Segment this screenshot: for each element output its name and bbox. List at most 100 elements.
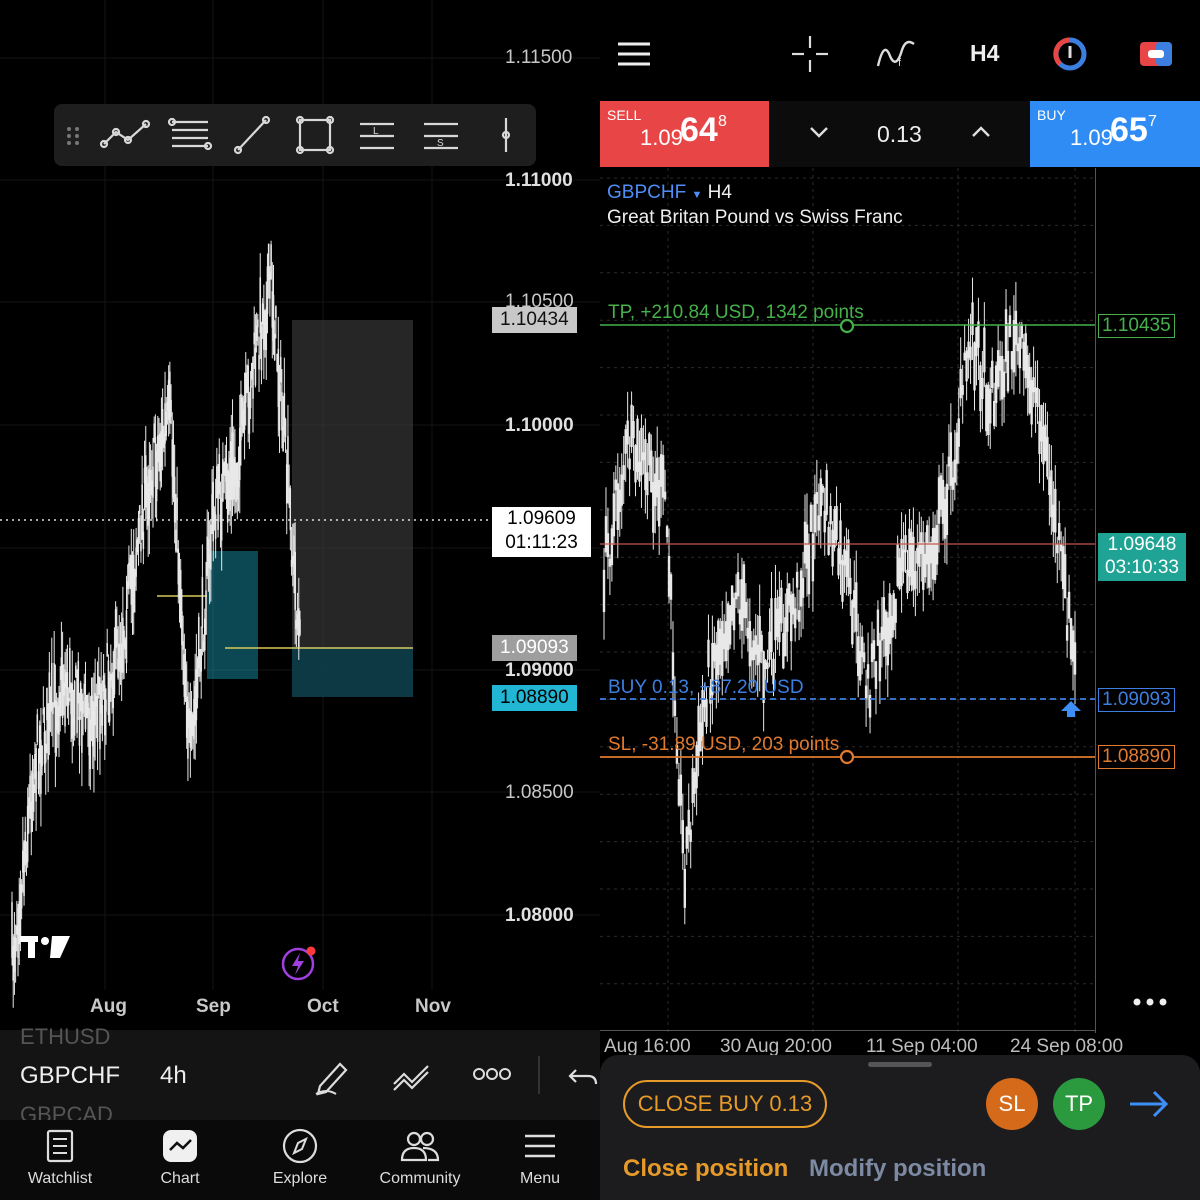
candle <box>1058 500 1061 571</box>
more-icon[interactable] <box>472 1064 512 1084</box>
sell-label: SELL <box>607 107 642 123</box>
buy-arrow-icon <box>1061 701 1081 717</box>
hamburger-menu-icon[interactable] <box>618 40 652 68</box>
tab-close-position[interactable]: Close position <box>623 1155 788 1183</box>
sheet-handle[interactable] <box>868 1062 932 1067</box>
one-click-trading-icon[interactable] <box>1052 36 1088 72</box>
arrow-right-icon[interactable] <box>1128 1089 1170 1119</box>
current-price: 1.09609 <box>507 508 576 529</box>
crosshair-icon[interactable] <box>792 36 828 72</box>
candle <box>50 637 53 737</box>
short-position-icon[interactable]: S <box>424 122 458 150</box>
trend-tools-icon[interactable] <box>99 119 151 149</box>
buy-button[interactable]: BUY 1.09 65 7 <box>1030 101 1200 167</box>
nav-watchlist[interactable]: Watchlist <box>5 1128 115 1188</box>
candle <box>169 361 171 434</box>
nav-chart[interactable]: Chart <box>125 1128 235 1188</box>
sl-button[interactable]: SL <box>986 1078 1038 1130</box>
buy-price-sup: 7 <box>1148 113 1157 130</box>
long-position-icon[interactable]: L <box>360 122 394 150</box>
candle <box>52 702 54 748</box>
candle <box>24 816 27 873</box>
position-sheet: CLOSE BUY 0.13 SL TP Close position Modi… <box>600 1055 1200 1200</box>
symbol-name[interactable]: GBPCHF <box>20 1062 120 1090</box>
candle <box>1046 411 1049 480</box>
undo-icon[interactable] <box>566 1062 600 1090</box>
current-price: 1.09648 <box>1107 534 1177 555</box>
sell-price-main: 1.09 <box>640 125 683 150</box>
timeframe-button[interactable]: H4 <box>970 40 999 67</box>
volume-input[interactable]: 0.13 <box>877 121 922 148</box>
nav-community[interactable]: Community <box>365 1128 475 1188</box>
x-label: Sep <box>196 996 231 1017</box>
candle <box>118 615 121 696</box>
candle <box>835 486 838 546</box>
candle <box>137 510 140 566</box>
symbol-dropdown-icon[interactable]: ▼ <box>691 189 702 201</box>
volume-control: 0.13 <box>769 101 1030 167</box>
y-label: 1.11500 <box>505 47 573 68</box>
sell-price-sup: 8 <box>718 113 727 130</box>
sl-line-label[interactable]: SL, -31.89 USD, 203 points <box>608 734 839 756</box>
y-label: 1.08000 <box>505 905 574 926</box>
sell-price-big: 64 <box>680 111 718 149</box>
sl-price-tag: 1.08890 <box>492 685 577 711</box>
candle <box>644 418 647 514</box>
candle <box>868 689 872 734</box>
order-block-zone[interactable] <box>207 551 258 679</box>
trade-panel-icon[interactable] <box>1138 38 1174 70</box>
candle <box>73 679 76 741</box>
shape-icon[interactable] <box>295 115 335 155</box>
pencil-icon[interactable] <box>312 1056 352 1096</box>
symbol-timeframe: H4 <box>707 182 732 203</box>
profit-zone[interactable] <box>292 320 413 647</box>
indicators-icon[interactable]: f <box>876 36 916 72</box>
sell-button[interactable]: SELL 1.09 64 8 <box>600 101 769 167</box>
volume-increase-icon[interactable] <box>971 125 991 139</box>
candle <box>64 652 66 734</box>
close-buy-button[interactable]: CLOSE BUY 0.13 <box>623 1080 827 1128</box>
gann-fib-icon[interactable] <box>167 117 213 151</box>
prev-symbol[interactable]: ETHUSD <box>20 1024 110 1050</box>
candle <box>141 455 143 540</box>
line-tool-icon[interactable] <box>233 115 271 155</box>
candle <box>754 613 757 676</box>
candle <box>218 438 221 500</box>
candle <box>93 672 95 793</box>
interval-selector[interactable]: 4h <box>160 1062 187 1090</box>
svg-text:S: S <box>437 138 444 149</box>
symbol-name[interactable]: GBPCHF <box>607 182 686 203</box>
bar-countdown: 03:10:33 <box>1105 557 1179 578</box>
tp-price-tag: 1.10435 <box>1098 314 1175 338</box>
nav-menu[interactable]: Menu <box>485 1128 595 1188</box>
candle <box>912 507 915 607</box>
buy-label: BUY <box>1037 107 1066 123</box>
candle <box>736 553 740 614</box>
vertical-line-icon[interactable] <box>501 118 511 152</box>
volume-decrease-icon[interactable] <box>809 125 829 139</box>
candle <box>640 414 643 508</box>
candle <box>669 572 673 630</box>
svg-text:L: L <box>373 126 379 137</box>
nav-explore[interactable]: Explore <box>245 1128 355 1188</box>
candle <box>36 708 39 746</box>
tp-button[interactable]: TP <box>1053 1078 1105 1130</box>
nav-label: Community <box>379 1170 461 1187</box>
candle <box>71 650 74 764</box>
candle <box>270 240 272 280</box>
sl-drag-handle[interactable] <box>839 749 855 765</box>
tp-line-label[interactable]: TP, +210.84 USD, 1342 points <box>608 302 864 324</box>
candle <box>148 441 151 555</box>
candle <box>35 744 37 831</box>
candle <box>275 305 277 339</box>
lightning-icon[interactable] <box>280 944 318 982</box>
community-icon <box>400 1131 440 1162</box>
loss-zone[interactable] <box>292 647 413 697</box>
tab-modify-position[interactable]: Modify position <box>809 1155 986 1183</box>
buy-line-label[interactable]: BUY 0.13, +87.20 USD <box>608 677 804 699</box>
drawing-tools-icon[interactable] <box>390 1056 434 1096</box>
candle <box>1073 611 1077 705</box>
more-options-icon[interactable] <box>1130 995 1170 1009</box>
candle <box>894 598 897 640</box>
candle <box>983 302 986 388</box>
